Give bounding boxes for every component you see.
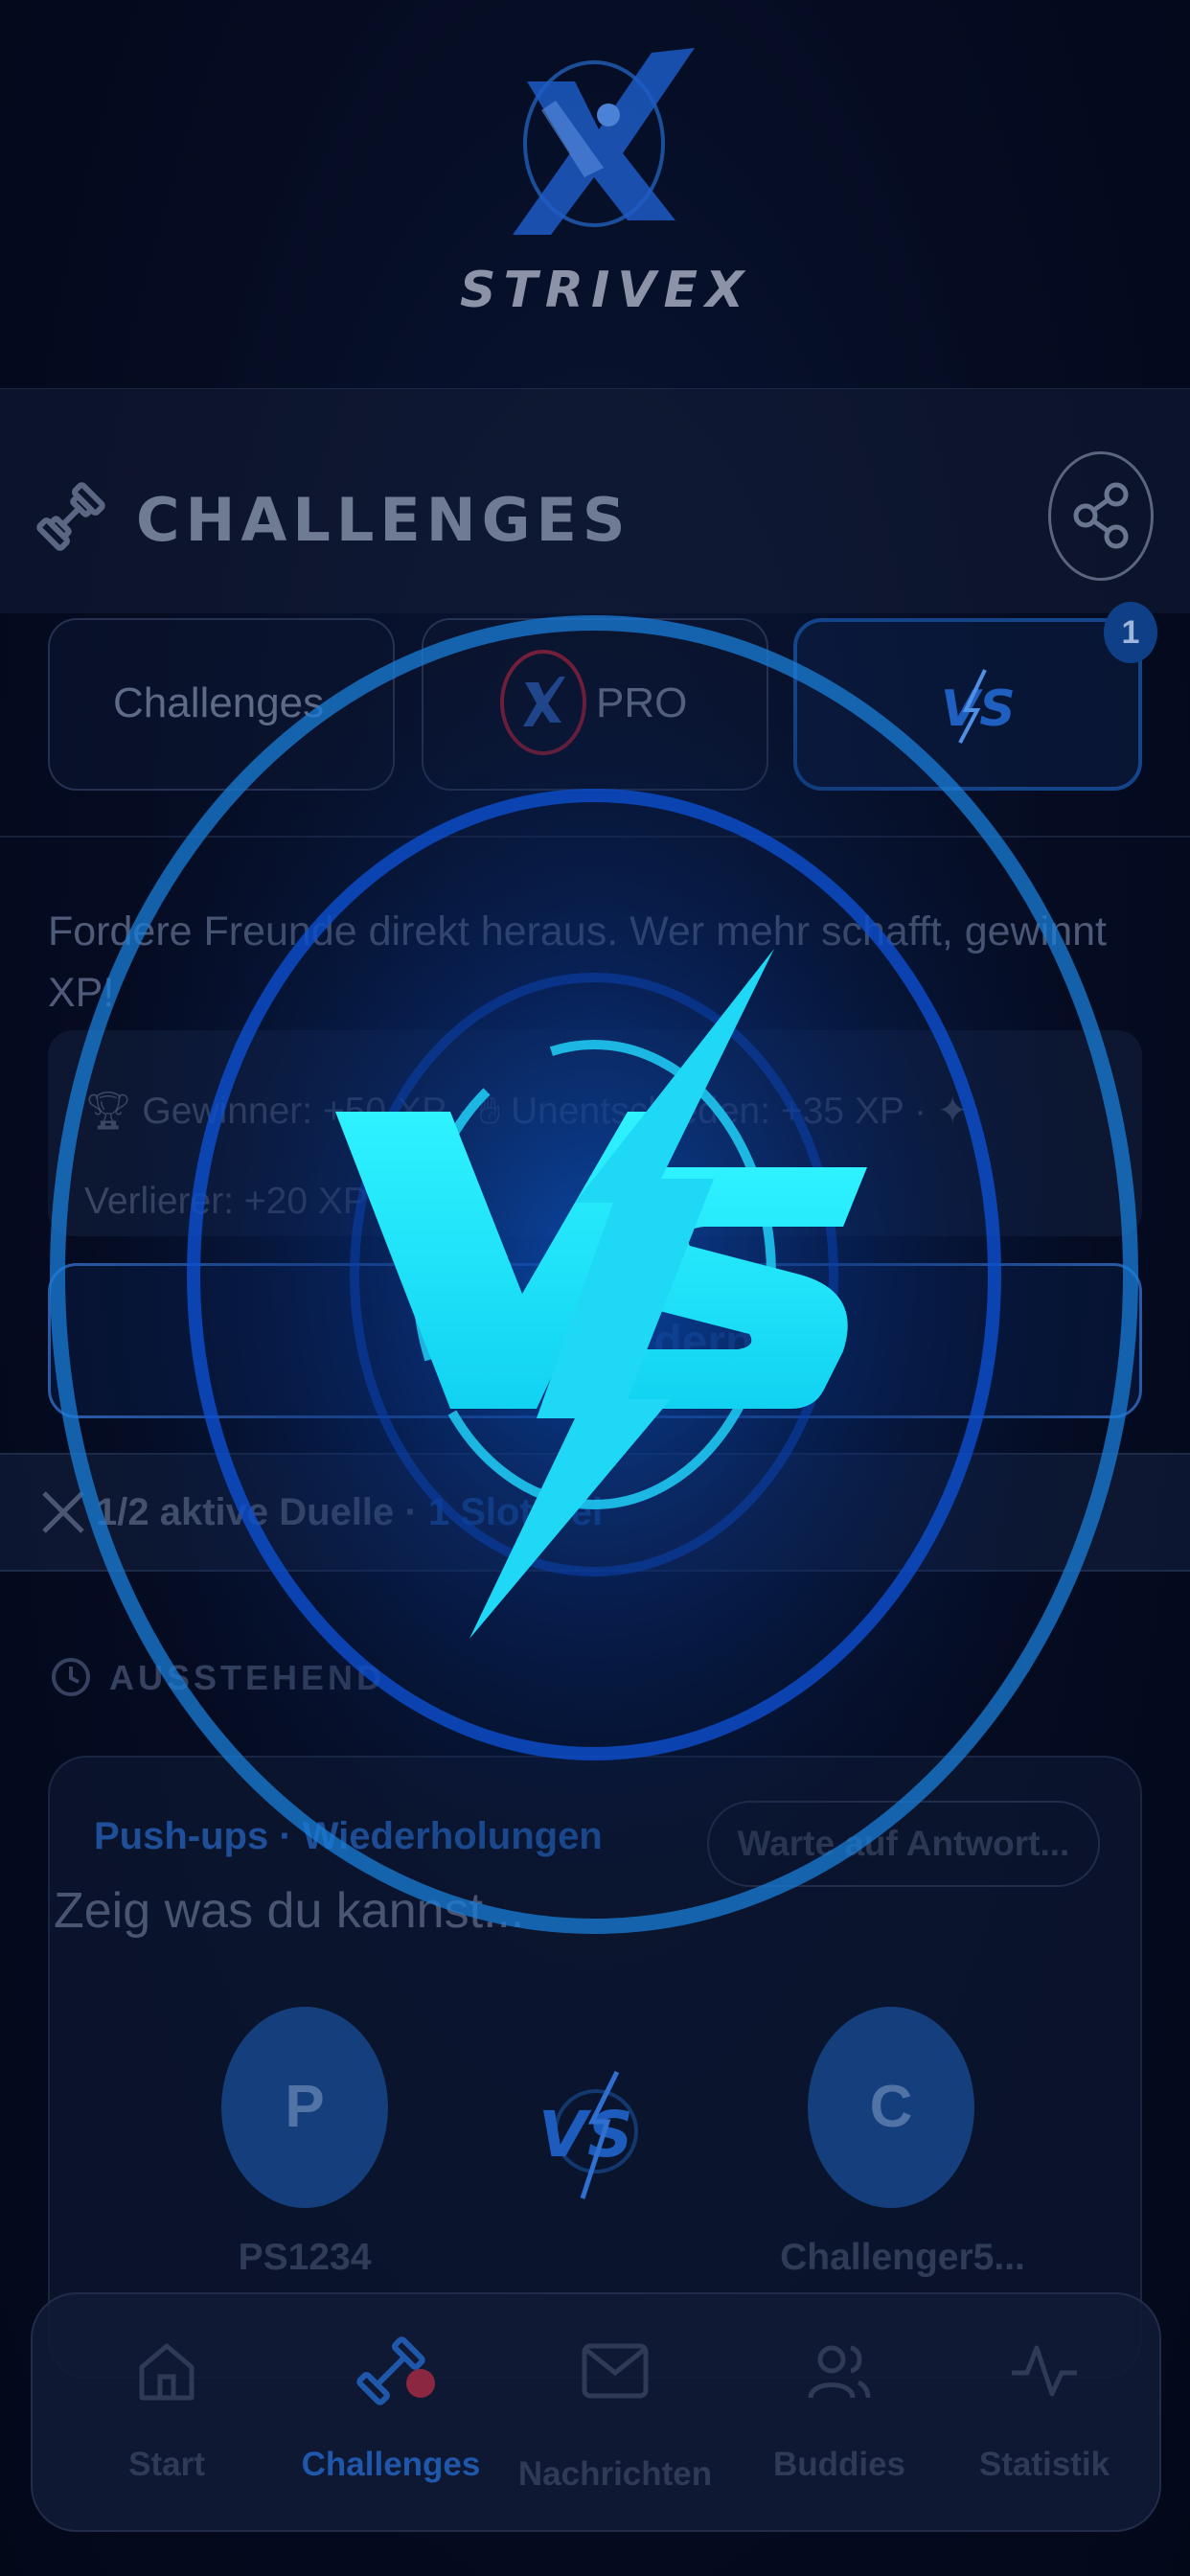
nav-item-statistics[interactable]: Statistik [939,2333,1150,2505]
notification-badge: 1 [1104,602,1157,663]
challenge-button[interactable]: Herausfordern [48,1263,1142,1418]
tab-label: PRO [596,679,688,726]
pending-duel-card[interactable]: Push-ups · Wiederholungen Warte auf Antw… [48,1756,1142,2379]
avatar: P [221,2007,388,2208]
xp-draw: Unentschieden: +35 XP [511,1091,904,1132]
app-logo: STRIVEX [460,43,752,321]
duel-separator: · [404,1491,418,1533]
tab-challenges[interactable]: Challenges [48,618,395,791]
tab-label: Challenges [113,679,325,726]
swords-icon [42,1491,84,1533]
users-icon [808,2345,871,2399]
tab-vs[interactable]: VS [793,618,1142,791]
nav-label: Statistik [978,2446,1110,2483]
vs-icon: VS [941,669,1016,744]
dumbbell-icon: ✦ [936,1091,969,1132]
logo-wordmark: STRIVEX [460,262,752,319]
player-name: PS1234 [238,2237,372,2278]
home-icon [139,2343,195,2401]
xp-loser: Verlierer: +20 XP [84,1181,368,1222]
nav-item-buddies[interactable]: Buddies [734,2333,945,2505]
status-badge: Warte auf Antwort... [707,1801,1100,1887]
xp-info-box: 🏆︎ Gewinner: +50 XP · ✋︎ Unentschieden: … [48,1030,1142,1236]
activity-icon [1012,2345,1077,2397]
tab-pro[interactable]: PRO [422,618,768,791]
divider [0,836,1190,838]
avatar: C [808,2007,974,2208]
intro-text: Fordere Freunde direkt heraus. Wer mehr … [48,908,1107,1016]
notification-dot [406,2369,435,2398]
page-header: CHALLENGES [0,388,1190,613]
clock-icon [52,1658,90,1696]
page-title: CHALLENGES [136,485,631,555]
duel-exercise-type: Push-ups · Wiederholungen [94,1815,603,1857]
app-screen: STRIVEX CHALLENGES Challenges PRO VS 1 F… [0,0,1190,2576]
nav-item-messages[interactable]: Nachrichten [510,2333,721,2505]
share-icon [1073,482,1129,549]
nav-item-challenges[interactable]: Challenges [286,2333,496,2505]
vs-icon: VS [538,2070,638,2199]
duel-message: Zeig was du kannst... [54,1883,525,1939]
pending-heading: AUSSTEHEND [109,1658,386,1697]
nav-label: Start [128,2446,205,2483]
strivex-logo-icon [513,48,695,235]
xp-rewards: 🏆︎ Gewinner: +50 XP · ✋︎ Unentschieden: … [84,1091,969,1222]
nav-item-start[interactable]: Start [61,2333,272,2505]
trophy-icon: 🏆︎ [84,1091,143,1132]
active-duels-text: 1/2 aktive Duelle · 1 Slot frei [96,1491,603,1534]
dumbbell-icon [36,482,105,551]
handshake-icon: ✋︎ [478,1091,512,1132]
challenge-button-label: Herausfordern [436,1317,754,1368]
svg-text:VS: VS [538,2098,633,2172]
active-duels-bar: 1/2 aktive Duelle · 1 Slot frei [0,1453,1190,1572]
active-duels-count: 1/2 aktive Duelle [96,1491,395,1533]
xp-winner: Gewinner: +50 XP [142,1091,446,1132]
player-name: Challenger5... [780,2237,1025,2278]
free-slot-count: 1 Slot frei [427,1491,604,1533]
pro-logo-icon [500,650,586,755]
nav-label: Nachrichten [517,2455,713,2493]
mail-icon [582,2343,649,2399]
share-button[interactable] [1048,451,1154,581]
bottom-nav: Start Challenges Nachrichten Buddies Sta… [31,2292,1161,2532]
nav-label: Challenges [301,2446,481,2483]
